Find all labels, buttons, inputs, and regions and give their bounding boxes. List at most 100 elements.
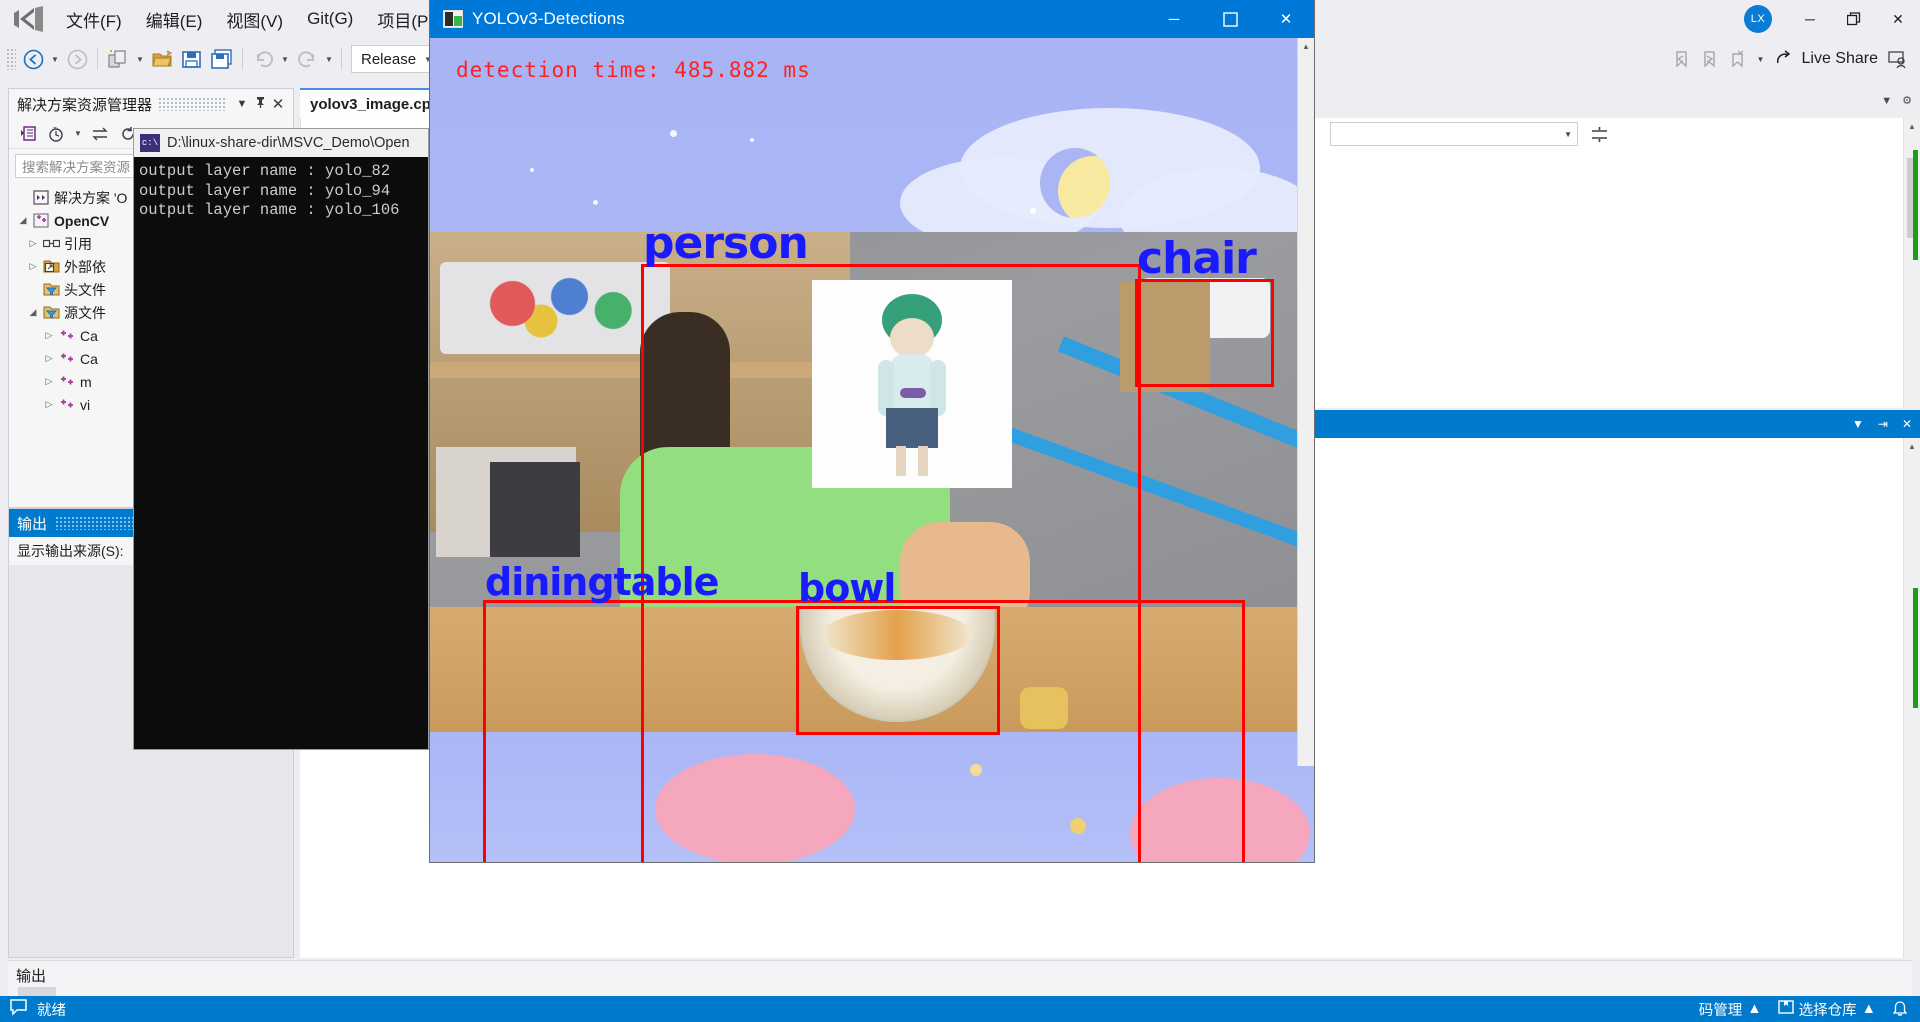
back-arrow-icon[interactable] xyxy=(18,44,48,74)
output-dropdown-icon[interactable]: ▼ xyxy=(1852,417,1864,431)
home-icon[interactable] xyxy=(15,122,41,146)
solution-configuration-combo[interactable]: Release ▼ xyxy=(351,45,439,73)
toy-balls xyxy=(465,272,655,342)
mural-star-4 xyxy=(1030,208,1036,214)
console-title-bar[interactable]: c:\ D:\linux-share-dir\MSVC_Demo\Open xyxy=(134,129,428,157)
caret-up-icon: ▲ xyxy=(1747,1001,1761,1017)
tree-expander-open-icon[interactable]: ◢ xyxy=(15,215,31,226)
tree-expander-closed-icon[interactable]: ▷ xyxy=(41,399,57,410)
dark-box xyxy=(490,462,580,557)
panel-dropdown-icon[interactable]: ▼ xyxy=(233,98,251,110)
tree-expander-closed-icon[interactable]: ▷ xyxy=(41,353,57,364)
detection-label-chair: chair xyxy=(1137,233,1256,284)
menu-git[interactable]: Git(G) xyxy=(295,6,365,32)
redo-caret-icon[interactable]: ▼ xyxy=(322,44,336,74)
detection-box-bowl xyxy=(796,606,1000,735)
console-output: output layer name : yolo_82output layer … xyxy=(134,157,428,221)
yolo-title-bar[interactable]: YOLOv3-Detections ─ ✕ xyxy=(430,0,1314,38)
tree-expander-open-icon[interactable]: ◢ xyxy=(25,307,41,318)
search-placeholder: 搜索解决方案资源 xyxy=(22,156,130,176)
solution-tree-item-label: 引用 xyxy=(64,234,92,254)
menu-view[interactable]: 视图(V) xyxy=(214,4,295,35)
references-icon xyxy=(41,237,61,250)
yolo-detections-window[interactable]: YOLOv3-Detections ─ ✕ xyxy=(430,0,1314,862)
next-bookmark-icon[interactable] xyxy=(1698,46,1722,72)
tab-settings-icon[interactable]: ⚙ xyxy=(1902,94,1912,107)
menu-file[interactable]: 文件(F) xyxy=(54,4,134,35)
new-item-icon[interactable] xyxy=(103,44,133,74)
pending-changes-caret-icon[interactable]: ▼ xyxy=(71,119,85,149)
undo-icon[interactable] xyxy=(248,44,278,74)
yolo-maximize-button[interactable] xyxy=(1202,0,1258,38)
tree-expander-closed-icon[interactable]: ▷ xyxy=(41,330,57,341)
tab-yolov3-image-cpp[interactable]: yolov3_image.cp xyxy=(300,88,441,118)
output-change-marker xyxy=(1913,588,1918,708)
notification-bell-icon[interactable] xyxy=(1892,1001,1908,1018)
save-all-icon[interactable] xyxy=(207,44,237,74)
output-source-label: 显示输出来源(S): xyxy=(17,541,124,561)
panel-drag-dots[interactable] xyxy=(158,97,227,111)
redo-icon[interactable] xyxy=(292,44,322,74)
detection-label-person: person xyxy=(643,218,808,269)
cpp-file-icon xyxy=(57,397,77,412)
document-tabstrip-controls: ▼ ⚙ xyxy=(1881,94,1912,107)
solution-tree-item-label: 解决方案 'O xyxy=(54,188,127,208)
yolo-window-title: YOLOv3-Detections xyxy=(472,9,625,29)
forward-arrow-icon[interactable] xyxy=(62,44,92,74)
status-source-control-label: 码管理 xyxy=(1699,999,1743,1020)
filter-folder-icon xyxy=(41,305,61,320)
previous-bookmark-icon[interactable] xyxy=(1670,46,1694,72)
split-editor-icon[interactable] xyxy=(1586,122,1612,146)
solution-tree-item-label: 头文件 xyxy=(64,280,106,300)
console-window[interactable]: c:\ D:\linux-share-dir\MSVC_Demo\Open ou… xyxy=(133,128,429,750)
live-share-label: Live Share xyxy=(1802,50,1879,68)
status-source-control[interactable]: 码管理 ▲ xyxy=(1699,999,1762,1020)
yolo-window-controls: ─ ✕ xyxy=(1146,0,1314,38)
tree-expander-closed-icon[interactable]: ▷ xyxy=(25,238,41,249)
solution-tree-item-label: vi xyxy=(80,397,90,413)
cpp-file-icon xyxy=(57,374,77,389)
tree-expander-closed-icon[interactable]: ▷ xyxy=(25,261,41,272)
filter-folder-icon xyxy=(41,282,61,297)
toolbar-grip[interactable] xyxy=(6,48,16,70)
live-share-button[interactable]: Live Share xyxy=(1772,48,1883,71)
status-repository[interactable]: 选择仓库 ▲ xyxy=(1778,999,1876,1020)
pending-changes-icon[interactable] xyxy=(43,122,69,146)
output-undock-icon[interactable]: ⇥ xyxy=(1878,417,1888,431)
live-share-icon xyxy=(1776,48,1795,71)
save-icon[interactable] xyxy=(177,44,207,74)
output-scroll-up-arrow-icon[interactable]: ▲ xyxy=(1904,438,1920,455)
close-icon[interactable]: ✕ xyxy=(269,95,287,113)
vs-minimize-button[interactable]: ─ xyxy=(1788,3,1832,35)
editor-member-dropdown[interactable]: ▼ xyxy=(1330,122,1578,146)
toolbar-separator-3 xyxy=(341,48,342,70)
new-item-caret-icon[interactable]: ▼ xyxy=(133,44,147,74)
scroll-up-arrow-icon[interactable]: ▲ xyxy=(1904,118,1920,135)
feedback-person-icon[interactable] xyxy=(1886,46,1910,72)
clear-bookmarks-icon[interactable] xyxy=(1726,46,1750,72)
tab-list-caret-icon[interactable]: ▼ xyxy=(1881,95,1892,107)
undo-caret-icon[interactable]: ▼ xyxy=(278,44,292,74)
external-deps-icon xyxy=(41,259,61,274)
back-dropdown-caret-icon[interactable]: ▼ xyxy=(48,44,62,74)
vs-restore-button[interactable] xyxy=(1832,3,1876,35)
sync-views-icon[interactable] xyxy=(87,122,113,146)
image-window-icon xyxy=(443,10,463,28)
solution-tree-item-label: Ca xyxy=(80,351,98,367)
cmd-icon: c:\ xyxy=(140,134,160,152)
vs-close-button[interactable]: ✕ xyxy=(1876,3,1920,35)
avatar[interactable]: LX xyxy=(1744,5,1772,33)
yolo-close-button[interactable]: ✕ xyxy=(1258,0,1314,38)
output-close-icon[interactable]: ✕ xyxy=(1902,417,1912,431)
yolo-minimize-button[interactable]: ─ xyxy=(1146,0,1202,38)
detection-time-label: detection time: 485.882 ms xyxy=(456,58,811,82)
open-folder-icon[interactable] xyxy=(147,44,177,74)
menu-edit[interactable]: 编辑(E) xyxy=(134,4,215,35)
pin-icon[interactable] xyxy=(251,96,269,112)
yolo-vertical-scrollbar[interactable]: ▲ xyxy=(1297,38,1314,766)
yolo-scroll-up-arrow-icon[interactable]: ▲ xyxy=(1298,38,1314,55)
tree-expander-closed-icon[interactable]: ▷ xyxy=(41,376,57,387)
mural-star-5 xyxy=(530,168,534,172)
solution-explorer-header: 解决方案资源管理器 ▼ ✕ xyxy=(9,89,293,119)
bookmark-overflow-caret-icon[interactable]: ▼ xyxy=(1754,44,1768,74)
